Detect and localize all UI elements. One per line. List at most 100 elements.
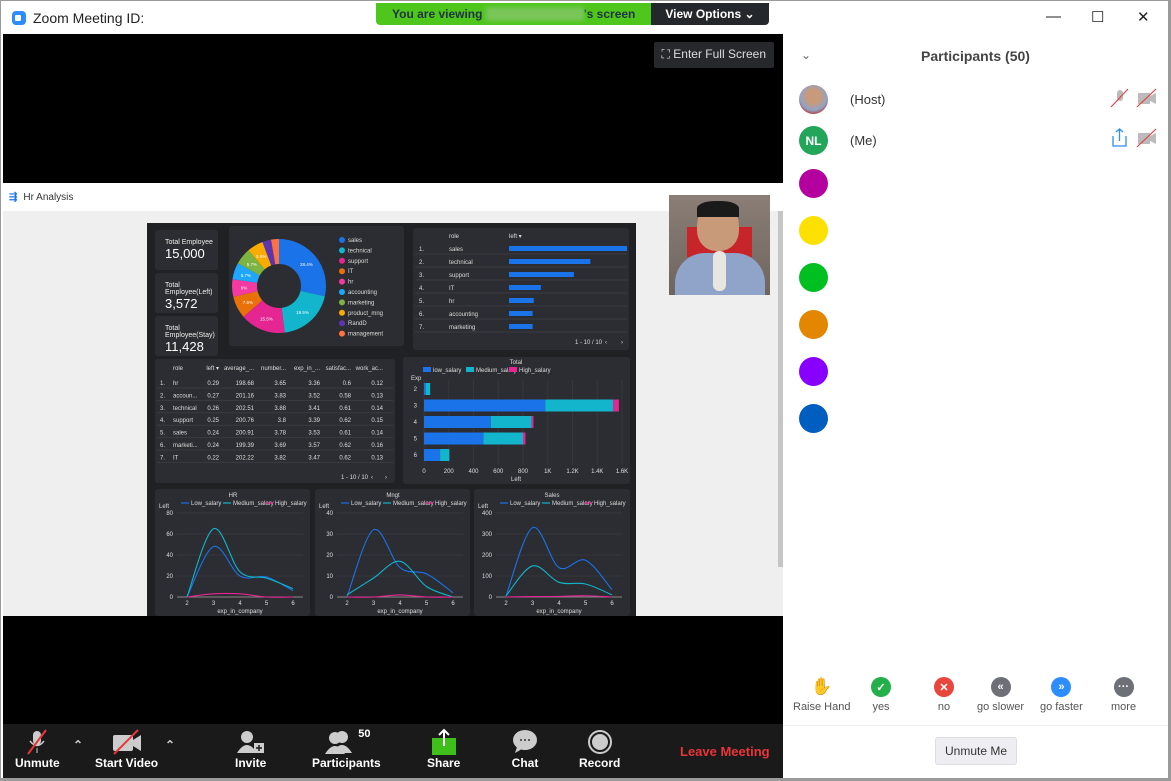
participants-button[interactable]: 50 Participants — [312, 728, 381, 770]
next-page-icon: › — [621, 340, 623, 346]
left-bar — [509, 272, 574, 277]
participant-avatar[interactable] — [799, 404, 828, 433]
divider — [783, 725, 1168, 726]
raise-hand-button[interactable]: ✋ Raise Hand — [793, 677, 850, 713]
zoom-logo-icon — [12, 11, 26, 25]
cell: 0.14 — [371, 431, 383, 437]
mngt-line-card: Mngt Low_salary Medium_salary High_salary Le… — [315, 489, 470, 616]
webcam-thumbnail[interactable] — [669, 195, 770, 295]
cell: 0.62 — [339, 443, 351, 449]
donut-card: 28.4% 19.5% 15.5% 7.6% 6% 5.7% 5.7% 5.5% sales te… — [229, 226, 404, 346]
column-header: work_ac... — [355, 366, 384, 372]
share-button[interactable]: Share — [427, 728, 460, 770]
legend-label: High_salary — [519, 368, 551, 374]
minimize-button[interactable]: — — [1046, 8, 1061, 25]
meeting-toolbar: Unmute ⌃ Start Video ⌃ Invite 50 Particip… — [3, 724, 783, 778]
cell: marketi... — [173, 443, 198, 449]
legend-swatch — [466, 367, 474, 372]
participant-avatar[interactable] — [799, 310, 828, 339]
reaction-label: go slower — [977, 701, 1025, 713]
role-name: technical — [449, 260, 473, 266]
unmute-me-button[interactable]: Unmute Me — [935, 737, 1018, 765]
banner-prefix: You are viewing — [392, 7, 483, 21]
chat-button[interactable]: Chat — [511, 728, 539, 770]
chart-title: Total — [510, 360, 523, 366]
row-index: 6. — [419, 312, 424, 318]
record-button[interactable]: Record — [579, 728, 620, 770]
cell: 200.76 — [236, 418, 255, 424]
stats-table: role left ▾ average_... number... exp_in_...… — [155, 359, 395, 483]
cell: 3.47 — [308, 455, 320, 461]
host-avatar — [799, 85, 828, 114]
cell: 3.8 — [278, 418, 287, 424]
legend-label: marketing — [348, 300, 374, 306]
enter-fullscreen-button[interactable]: ⛶ Enter Full Screen — [653, 42, 774, 68]
legend-swatch — [339, 309, 345, 316]
cell: 0.29 — [207, 381, 219, 387]
participant-row[interactable]: NL (Me) — [799, 126, 1164, 155]
video-options-caret[interactable]: ⌃ — [165, 738, 175, 752]
me-avatar: NL — [799, 126, 828, 155]
cell: 0.6 — [343, 381, 352, 387]
shared-screen: ⇶ Hr Analysis Total Employee 15,000 Total … — [3, 183, 783, 616]
row-index: 1. — [419, 247, 424, 253]
prev-page-icon: ‹ — [605, 340, 607, 346]
audio-options-caret[interactable]: ⌃ — [73, 738, 83, 752]
participant-avatar[interactable] — [799, 216, 828, 245]
x-tick-label: 4 — [398, 601, 402, 607]
participant-avatar[interactable] — [799, 169, 828, 198]
cell: 3.65 — [274, 381, 286, 387]
cell: 3.52 — [308, 393, 320, 399]
legend-swatch — [509, 367, 517, 372]
row-index: 7. — [160, 455, 165, 461]
cell: 3.88 — [274, 406, 286, 412]
column-header: number... — [261, 366, 286, 372]
legend-label: Medium_salary — [393, 501, 434, 507]
share-screen-icon — [427, 728, 460, 756]
legend-swatch — [339, 330, 345, 337]
participant-name: (Host) — [850, 92, 886, 107]
participant-row[interactable]: (Host) — [799, 85, 1164, 114]
row-index: 5. — [160, 431, 165, 437]
view-options-button[interactable]: View Options ⌄ — [651, 3, 769, 25]
bar-segment — [545, 399, 614, 412]
maximize-button[interactable]: ☐ — [1091, 8, 1104, 26]
go-slower-button[interactable]: « go slower — [977, 677, 1024, 713]
unmute-button[interactable]: Unmute — [15, 728, 60, 770]
x-tick-label: 4 — [238, 601, 242, 607]
close-button[interactable]: ✕ — [1137, 8, 1150, 26]
participant-avatar[interactable] — [799, 357, 828, 386]
bar-segment — [523, 432, 526, 445]
start-video-button[interactable]: Start Video — [95, 728, 158, 770]
yes-button[interactable]: ✓ yes — [871, 677, 891, 713]
x-tick-label: 4 — [557, 601, 561, 607]
x-tick-label: 0 — [422, 469, 426, 475]
no-button[interactable]: ✕ no — [934, 677, 954, 713]
left-bar — [509, 324, 533, 329]
x-tick-label: 3 — [212, 601, 216, 607]
reaction-label: yes — [872, 701, 890, 713]
row-index: 5. — [419, 299, 424, 305]
fullscreen-label: Enter Full Screen — [673, 47, 766, 61]
legend-label: IT — [348, 269, 354, 275]
role-name: hr — [449, 299, 454, 305]
bar-segment — [613, 399, 619, 412]
invite-button[interactable]: Invite — [235, 728, 266, 770]
sales-line-chart: Sales Low_salary Medium_salary High_salary L… — [478, 493, 626, 615]
slice-label: 5.7% — [241, 273, 251, 278]
x-tick-label: 600 — [493, 469, 504, 475]
go-faster-button[interactable]: » go faster — [1040, 677, 1083, 713]
slice-label: 7.6% — [243, 300, 253, 305]
window-title: Zoom Meeting ID: — [33, 10, 145, 26]
microphone — [713, 251, 726, 291]
stacked-bar-card: Total low_salary Medium_salary High_salary E… — [403, 357, 630, 484]
column-header: role — [173, 366, 184, 372]
legend-label: sales — [348, 238, 362, 244]
column-header: exp_in_... — [294, 366, 320, 372]
x-tick-label: 2 — [185, 601, 189, 607]
participant-avatar[interactable] — [799, 263, 828, 292]
kpi-value: 15,000 — [165, 246, 205, 261]
leave-meeting-button[interactable]: Leave Meeting — [680, 744, 770, 759]
more-reactions-button[interactable]: ··· more — [1111, 677, 1136, 713]
slice-label: 6% — [241, 286, 248, 291]
